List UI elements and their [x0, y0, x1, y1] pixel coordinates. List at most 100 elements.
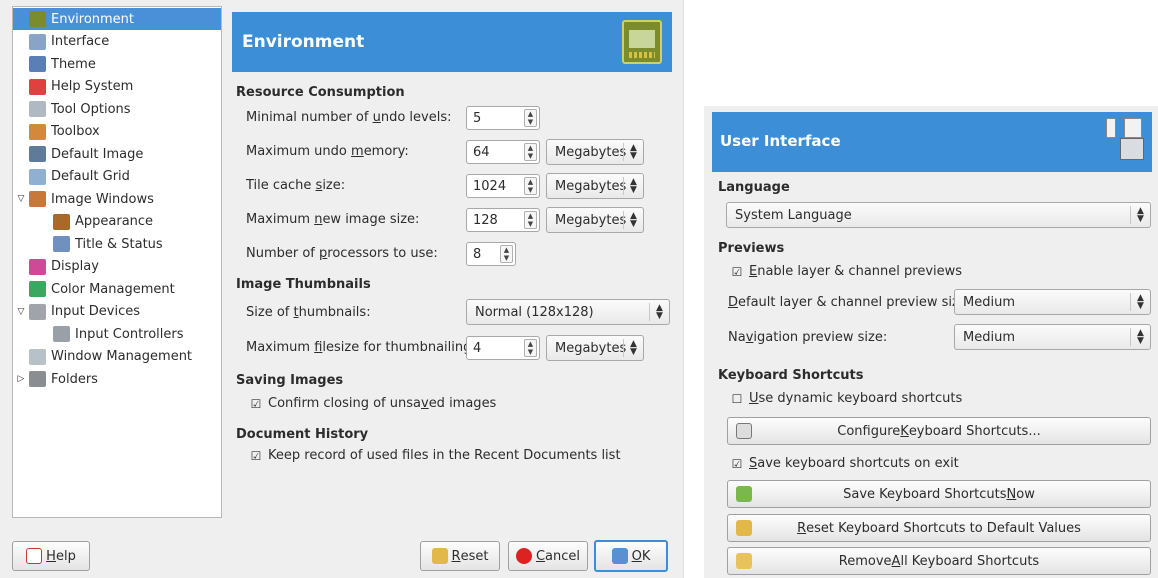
tree-item-environment[interactable]: Environment [13, 8, 221, 30]
spin-arrows-icon[interactable]: ▲ ▼ [524, 339, 537, 357]
tree-item-input-controllers[interactable]: Input Controllers [13, 323, 184, 345]
language-title: Language [718, 180, 790, 195]
category-tree[interactable]: Environment Interface Theme Help System Tool… [12, 6, 222, 518]
thumbnail-filesize-spinner[interactable]: 4 ▲ ▼ [466, 336, 540, 360]
tree-item-color-management[interactable]: Color Management [13, 278, 175, 300]
save-on-exit-checkbox[interactable]: ☑ Save keyboard shortcuts on exit [731, 456, 959, 471]
tree-item-label: Theme [51, 56, 96, 72]
new-image-size-spinner[interactable]: 128 ▲ ▼ [466, 208, 540, 232]
tree-item-tool-options[interactable]: Tool Options [13, 98, 131, 120]
spin-arrows-icon[interactable]: ▲ ▼ [500, 245, 513, 263]
input-devices-icon [29, 303, 46, 320]
save-shortcuts-now-button[interactable]: Save Keyboard Shortcuts Now [727, 480, 1151, 508]
checkbox-icon[interactable]: ☑ [731, 458, 743, 470]
thumbnail-size-select[interactable]: Normal (128x128) ▲ ▼ [466, 299, 670, 325]
combo-arrows-icon: ▲ ▼ [623, 177, 643, 195]
remove-shortcuts-button[interactable]: Remove All Keyboard Shortcuts [727, 547, 1151, 575]
tile-cache-label: Tile cache size: [246, 178, 346, 193]
new-image-size-value: 128 [473, 212, 498, 228]
undo-memory-spinner[interactable]: 64 ▲ ▼ [466, 140, 540, 164]
tree-item-title-status[interactable]: Title & Status [13, 233, 163, 255]
save-icon [736, 486, 752, 502]
broom-icon [736, 553, 752, 569]
window-management-icon [29, 348, 46, 365]
reset-shortcuts-button[interactable]: Reset Keyboard Shortcuts to Default Valu… [727, 514, 1151, 542]
default-preview-size-label: Default layer & channel preview size: [728, 295, 972, 310]
theme-icon [29, 56, 46, 72]
undo-memory-unit-select[interactable]: Megabytes ▲ ▼ [546, 139, 644, 165]
saving-images-title: Saving Images [236, 373, 344, 388]
previews-title: Previews [718, 241, 785, 256]
tree-item-label: Input Controllers [75, 326, 184, 342]
new-image-size-unit-select[interactable]: Megabytes ▲ ▼ [546, 207, 644, 233]
tree-item-interface[interactable]: Interface [13, 31, 109, 53]
checkbox-icon[interactable]: ☐ [731, 393, 743, 405]
navigation-preview-size-value: Medium [963, 329, 1015, 345]
tree-item-display[interactable]: Display [13, 256, 99, 278]
chip-icon [29, 11, 46, 27]
spin-arrows-icon[interactable]: ▲ ▼ [524, 177, 537, 195]
combo-arrows-icon: ▲ ▼ [1130, 328, 1150, 346]
thumbnail-size-label: Size of thumbnails: [246, 305, 371, 320]
tool-options-icon [29, 101, 46, 117]
tree-item-default-image[interactable]: Default Image [13, 143, 143, 165]
interface-icon [1106, 116, 1146, 166]
tree-item-label: Title & Status [75, 236, 163, 252]
tree-item-help-system[interactable]: Help System [13, 76, 133, 98]
thumbnail-filesize-label: Maximum filesize for thumbnailing: [246, 340, 476, 355]
image-windows-icon [29, 191, 46, 207]
spin-arrows-icon[interactable]: ▲ ▼ [524, 143, 537, 161]
thumbnail-filesize-value: 4 [473, 340, 482, 356]
expander-open-icon[interactable]: ▽ [15, 307, 27, 317]
tree-item-label: Tool Options [51, 101, 131, 117]
document-history-title: Document History [236, 427, 369, 442]
tree-item-appearance[interactable]: Appearance [13, 211, 153, 233]
spin-arrows-icon[interactable]: ▲ ▼ [524, 211, 537, 229]
combo-arrows-icon: ▲ ▼ [1130, 206, 1150, 224]
checkbox-icon[interactable]: ☑ [731, 266, 743, 278]
unit-value: Megabytes [555, 340, 627, 356]
expander-open-icon[interactable]: ▽ [15, 194, 27, 204]
checkbox-icon[interactable]: ☑ [250, 450, 262, 462]
language-select[interactable]: System Language ▲ ▼ [726, 202, 1151, 228]
enable-previews-checkbox[interactable]: ☑ Enable layer & channel previews [731, 264, 962, 279]
tree-item-label: Help System [51, 79, 134, 94]
thumbnail-filesize-unit-select[interactable]: Megabytes ▲ ▼ [546, 335, 644, 361]
dynamic-shortcuts-checkbox[interactable]: ☐ Use dynamic keyboard shortcuts [731, 391, 963, 406]
tile-cache-unit-select[interactable]: Megabytes ▲ ▼ [546, 173, 644, 199]
keep-record-checkbox[interactable]: ☑ Keep record of used files in the Recent… [250, 448, 621, 463]
spin-arrows-icon[interactable]: ▲ ▼ [524, 109, 537, 127]
combo-arrows-icon: ▲ ▼ [623, 143, 643, 161]
language-value: System Language [735, 207, 852, 223]
confirm-closing-checkbox[interactable]: ☑ Confirm closing of unsa v ed images [250, 396, 497, 411]
reset-icon [431, 548, 448, 564]
tree-item-toolbox[interactable]: Toolbox [13, 121, 100, 143]
processors-spinner[interactable]: 8 ▲ ▼ [466, 242, 516, 266]
tree-item-theme[interactable]: Theme [13, 53, 96, 75]
environment-header-title: Environment [242, 32, 365, 52]
combo-arrows-icon: ▲ ▼ [623, 339, 643, 357]
folders-icon [29, 371, 46, 387]
checkbox-icon[interactable]: ☑ [250, 398, 262, 410]
navigation-preview-size-select[interactable]: Medium ▲ ▼ [954, 324, 1151, 350]
appearance-icon [53, 213, 70, 230]
expander-closed-icon[interactable]: ▷ [15, 374, 27, 384]
unit-value: Megabytes [555, 212, 627, 228]
undo-levels-spinner[interactable]: 5 ▲ ▼ [466, 106, 540, 130]
tree-item-image-windows[interactable]: ▽ Image Windows [13, 188, 154, 210]
configure-shortcuts-button[interactable]: Configure Keyboard Shortcuts... [727, 417, 1151, 445]
tree-item-default-grid[interactable]: Default Grid [13, 166, 130, 188]
tree-item-label: Image Windows [51, 191, 154, 207]
undo-levels-label: Minimal number of undo levels: [246, 110, 452, 125]
tree-item-label: Input Devices [51, 304, 141, 319]
help-button[interactable]: Help [12, 541, 90, 571]
tree-item-folders[interactable]: ▷ Folders [13, 368, 98, 390]
tile-cache-spinner[interactable]: 1024 ▲ ▼ [466, 174, 540, 198]
default-preview-size-select[interactable]: Medium ▲ ▼ [954, 289, 1151, 315]
tree-item-window-management[interactable]: Window Management [13, 346, 192, 368]
tree-item-input-devices[interactable]: ▽ Input Devices [13, 301, 140, 323]
cancel-button[interactable]: Cancel [508, 541, 588, 571]
reset-button[interactable]: Reset [420, 541, 500, 571]
grid-icon [29, 168, 46, 185]
ok-button[interactable]: OK [594, 540, 668, 572]
